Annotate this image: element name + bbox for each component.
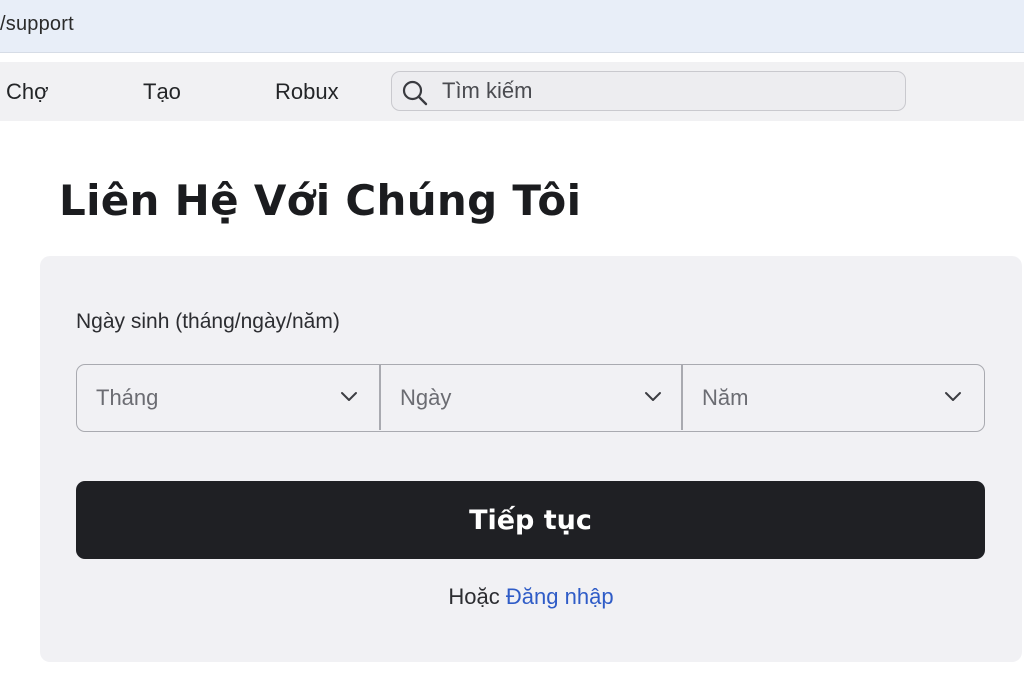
- birthdate-selector: Tháng Ngày Năm: [76, 364, 985, 432]
- day-select[interactable]: Ngày: [381, 365, 683, 430]
- continue-button[interactable]: Tiếp tục: [76, 481, 985, 559]
- or-text: Hoặc: [448, 584, 500, 609]
- search-box[interactable]: [391, 71, 906, 111]
- login-link[interactable]: Đăng nhập: [506, 584, 614, 609]
- contact-form-card: Ngày sinh (tháng/ngày/năm) Tháng Ngày Nă…: [40, 256, 1022, 662]
- month-select[interactable]: Tháng: [77, 365, 379, 430]
- year-select[interactable]: Năm: [683, 365, 983, 430]
- month-select-value: Tháng: [96, 385, 159, 410]
- year-select-value: Năm: [702, 385, 749, 410]
- top-navigation: Chợ Tạo Robux: [0, 62, 1024, 121]
- login-prompt: Hoặc Đăng nhập: [40, 584, 1022, 610]
- birthdate-label: Ngày sinh (tháng/ngày/năm): [76, 310, 340, 333]
- search-input[interactable]: [442, 72, 882, 109]
- search-icon[interactable]: [401, 79, 429, 107]
- nav-item-create[interactable]: Tạo: [143, 79, 181, 105]
- url-text[interactable]: /support: [0, 13, 74, 36]
- chevron-down-icon: [643, 389, 663, 403]
- day-select-value: Ngày: [400, 385, 452, 410]
- nav-item-robux[interactable]: Robux: [275, 79, 339, 105]
- spacer: [0, 53, 1024, 62]
- chevron-down-icon: [943, 389, 963, 403]
- nav-item-marketplace[interactable]: Chợ: [6, 79, 49, 105]
- chevron-down-icon: [339, 389, 359, 403]
- page-title: Liên Hệ Với Chúng Tôi: [59, 176, 582, 225]
- browser-address-bar[interactable]: /support: [0, 0, 1024, 53]
